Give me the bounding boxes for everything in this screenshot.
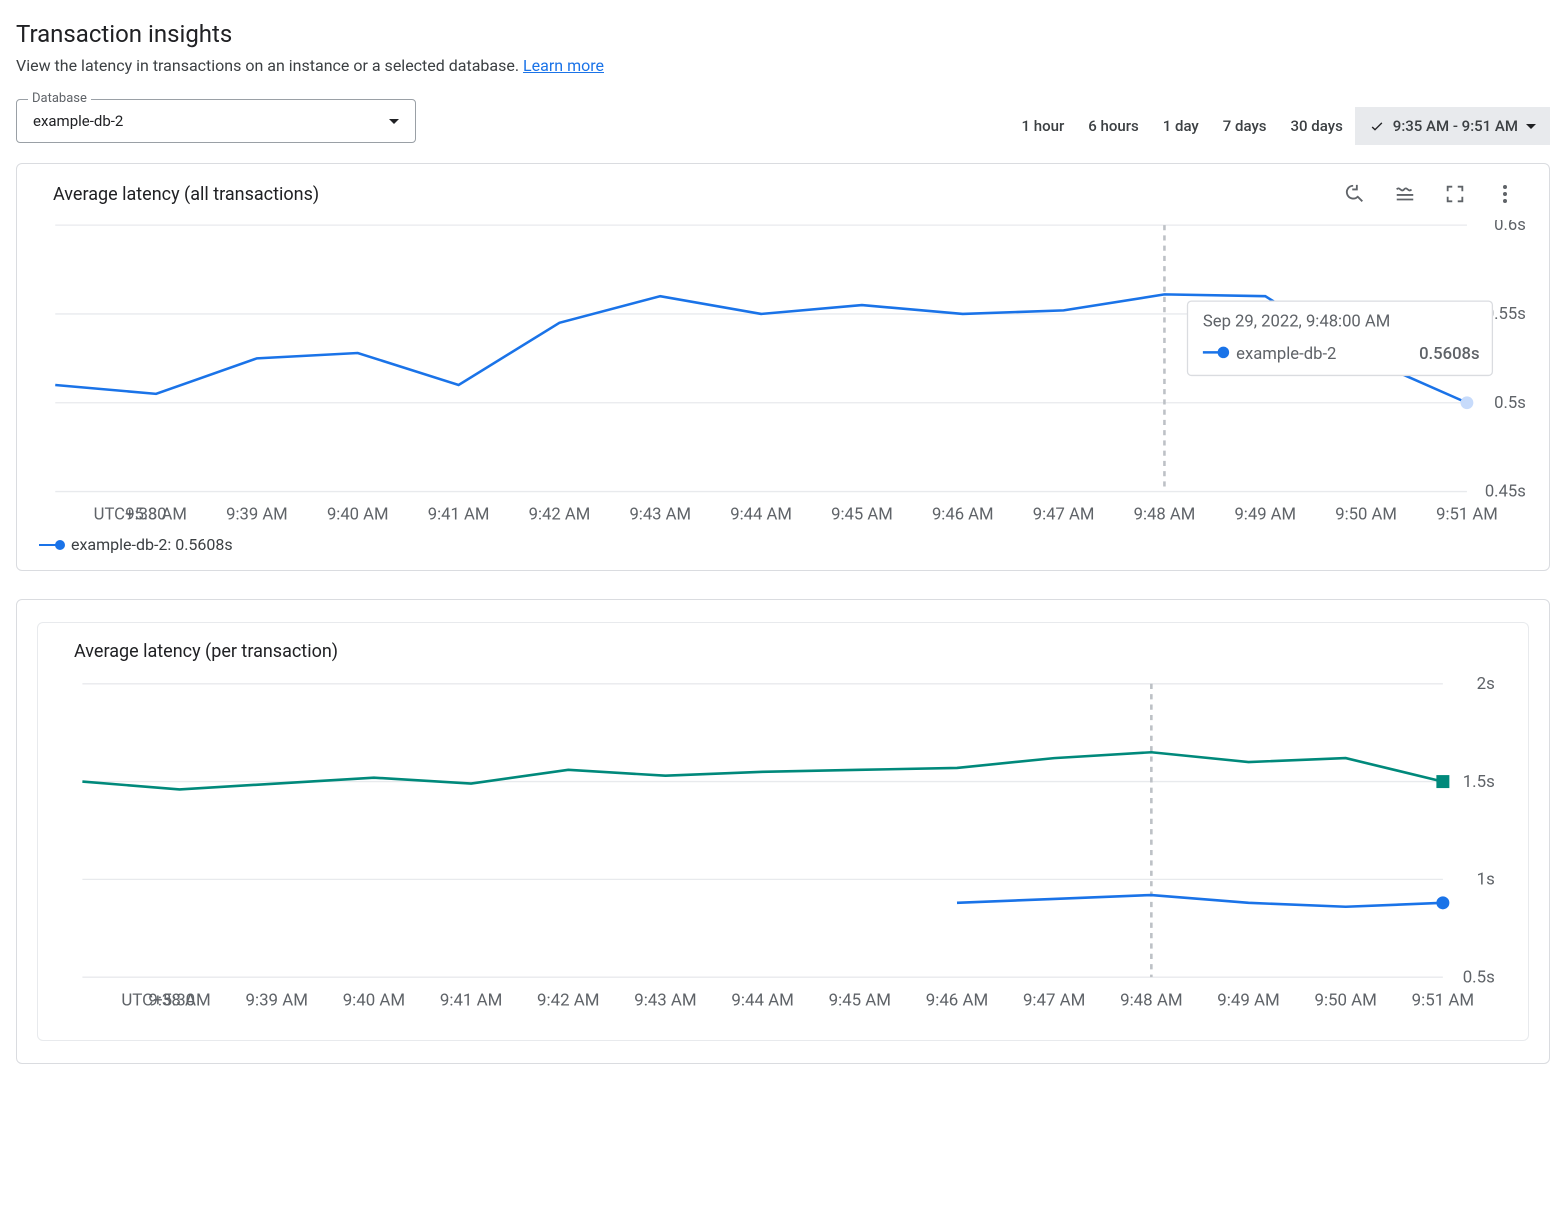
svg-text:9:51 AM: 9:51 AM xyxy=(1436,506,1498,525)
chart-card-all-transactions: Average latency (all transactions) 0.6s 0… xyxy=(16,163,1550,571)
chart1-legend-text: example-db-2: 0.5608s xyxy=(71,535,233,554)
svg-text:9:42 AM: 9:42 AM xyxy=(529,506,591,525)
svg-text:0.6s: 0.6s xyxy=(1494,220,1526,235)
svg-text:9:43 AM: 9:43 AM xyxy=(634,991,696,1011)
fullscreen-icon[interactable] xyxy=(1443,182,1467,206)
svg-text:9:42 AM: 9:42 AM xyxy=(537,991,599,1011)
page-title: Transaction insights xyxy=(16,20,1550,48)
time-range-6h[interactable]: 6 hours xyxy=(1076,107,1150,145)
database-select-value: example-db-2 xyxy=(33,112,123,130)
svg-text:9:48 AM: 9:48 AM xyxy=(1134,506,1196,525)
svg-text:0.5s: 0.5s xyxy=(1494,394,1526,413)
chart1-title: Average latency (all transactions) xyxy=(53,184,319,205)
learn-more-link[interactable]: Learn more xyxy=(523,56,604,75)
svg-text:9:40 AM: 9:40 AM xyxy=(343,991,405,1011)
svg-text:1.5s: 1.5s xyxy=(1463,772,1495,792)
svg-text:9:50 AM: 9:50 AM xyxy=(1335,506,1397,525)
svg-text:9:44 AM: 9:44 AM xyxy=(730,506,792,525)
chart1-plot[interactable]: 0.6s0.55s0.5s0.45sUTC+5:309:38 AM9:39 AM… xyxy=(45,220,1531,527)
svg-text:9:43 AM: 9:43 AM xyxy=(629,506,691,525)
svg-text:9:38 AM: 9:38 AM xyxy=(125,506,187,525)
svg-text:Sep 29, 2022, 9:48:00 AM: Sep 29, 2022, 9:48:00 AM xyxy=(1203,313,1390,332)
svg-text:9:41 AM: 9:41 AM xyxy=(428,506,490,525)
svg-text:example-db-2: example-db-2 xyxy=(1236,345,1336,364)
svg-text:0.45s: 0.45s xyxy=(1485,483,1526,502)
svg-text:1s: 1s xyxy=(1477,870,1495,890)
legend-toggle-icon[interactable] xyxy=(1393,182,1417,206)
svg-text:9:44 AM: 9:44 AM xyxy=(731,991,793,1011)
svg-text:9:45 AM: 9:45 AM xyxy=(831,506,893,525)
check-icon xyxy=(1369,118,1385,134)
svg-text:9:47 AM: 9:47 AM xyxy=(1033,506,1095,525)
time-range-1h[interactable]: 1 hour xyxy=(1010,107,1077,145)
svg-text:9:47 AM: 9:47 AM xyxy=(1023,991,1085,1011)
reset-zoom-icon[interactable] xyxy=(1343,182,1367,206)
time-range-30d[interactable]: 30 days xyxy=(1279,107,1355,145)
chart-card-per-transaction-outer: Average latency (per transaction) 2s 1.5s… xyxy=(16,599,1550,1064)
database-select-label: Database xyxy=(28,91,91,106)
svg-text:2s: 2s xyxy=(1477,676,1495,694)
svg-text:9:50 AM: 9:50 AM xyxy=(1314,991,1376,1011)
time-range-picker: 1 hour 6 hours 1 day 7 days 30 days 9:35… xyxy=(1010,107,1550,145)
chart1-legend: example-db-2: 0.5608s xyxy=(39,535,1549,554)
svg-text:9:46 AM: 9:46 AM xyxy=(926,991,988,1011)
svg-text:9:39 AM: 9:39 AM xyxy=(246,991,308,1011)
time-range-custom-label: 9:35 AM - 9:51 AM xyxy=(1393,117,1518,135)
svg-text:9:38 AM: 9:38 AM xyxy=(148,991,210,1011)
chart2-plot[interactable]: 2s1.5s1s0.5sUTC+5:309:38 AM9:39 AM9:40 A… xyxy=(72,676,1500,1014)
svg-text:9:46 AM: 9:46 AM xyxy=(932,506,994,525)
svg-text:0.5608s: 0.5608s xyxy=(1419,345,1479,364)
subtitle-text: View the latency in transactions on an i… xyxy=(16,56,519,75)
chevron-down-icon xyxy=(389,119,399,124)
svg-text:9:39 AM: 9:39 AM xyxy=(226,506,288,525)
chart2-title: Average latency (per transaction) xyxy=(74,641,338,662)
svg-text:9:41 AM: 9:41 AM xyxy=(440,991,502,1011)
svg-text:9:49 AM: 9:49 AM xyxy=(1234,506,1296,525)
chevron-down-icon xyxy=(1526,124,1536,129)
legend-marker-icon xyxy=(39,544,61,546)
page-subtitle: View the latency in transactions on an i… xyxy=(16,56,1550,75)
more-options-icon[interactable] xyxy=(1493,182,1517,206)
time-range-7d[interactable]: 7 days xyxy=(1211,107,1279,145)
time-range-1d[interactable]: 1 day xyxy=(1151,107,1211,145)
svg-text:9:45 AM: 9:45 AM xyxy=(829,991,891,1011)
svg-text:9:48 AM: 9:48 AM xyxy=(1120,991,1182,1011)
chart-card-per-transaction: Average latency (per transaction) 2s 1.5s… xyxy=(37,622,1529,1041)
svg-text:9:40 AM: 9:40 AM xyxy=(327,506,389,525)
svg-text:9:49 AM: 9:49 AM xyxy=(1217,991,1279,1011)
time-range-custom[interactable]: 9:35 AM - 9:51 AM xyxy=(1355,107,1550,145)
svg-text:0.5s: 0.5s xyxy=(1463,968,1495,988)
svg-text:9:51 AM: 9:51 AM xyxy=(1412,991,1474,1011)
database-select[interactable]: Database example-db-2 xyxy=(16,99,416,143)
chart1-toolbar xyxy=(1343,182,1525,206)
